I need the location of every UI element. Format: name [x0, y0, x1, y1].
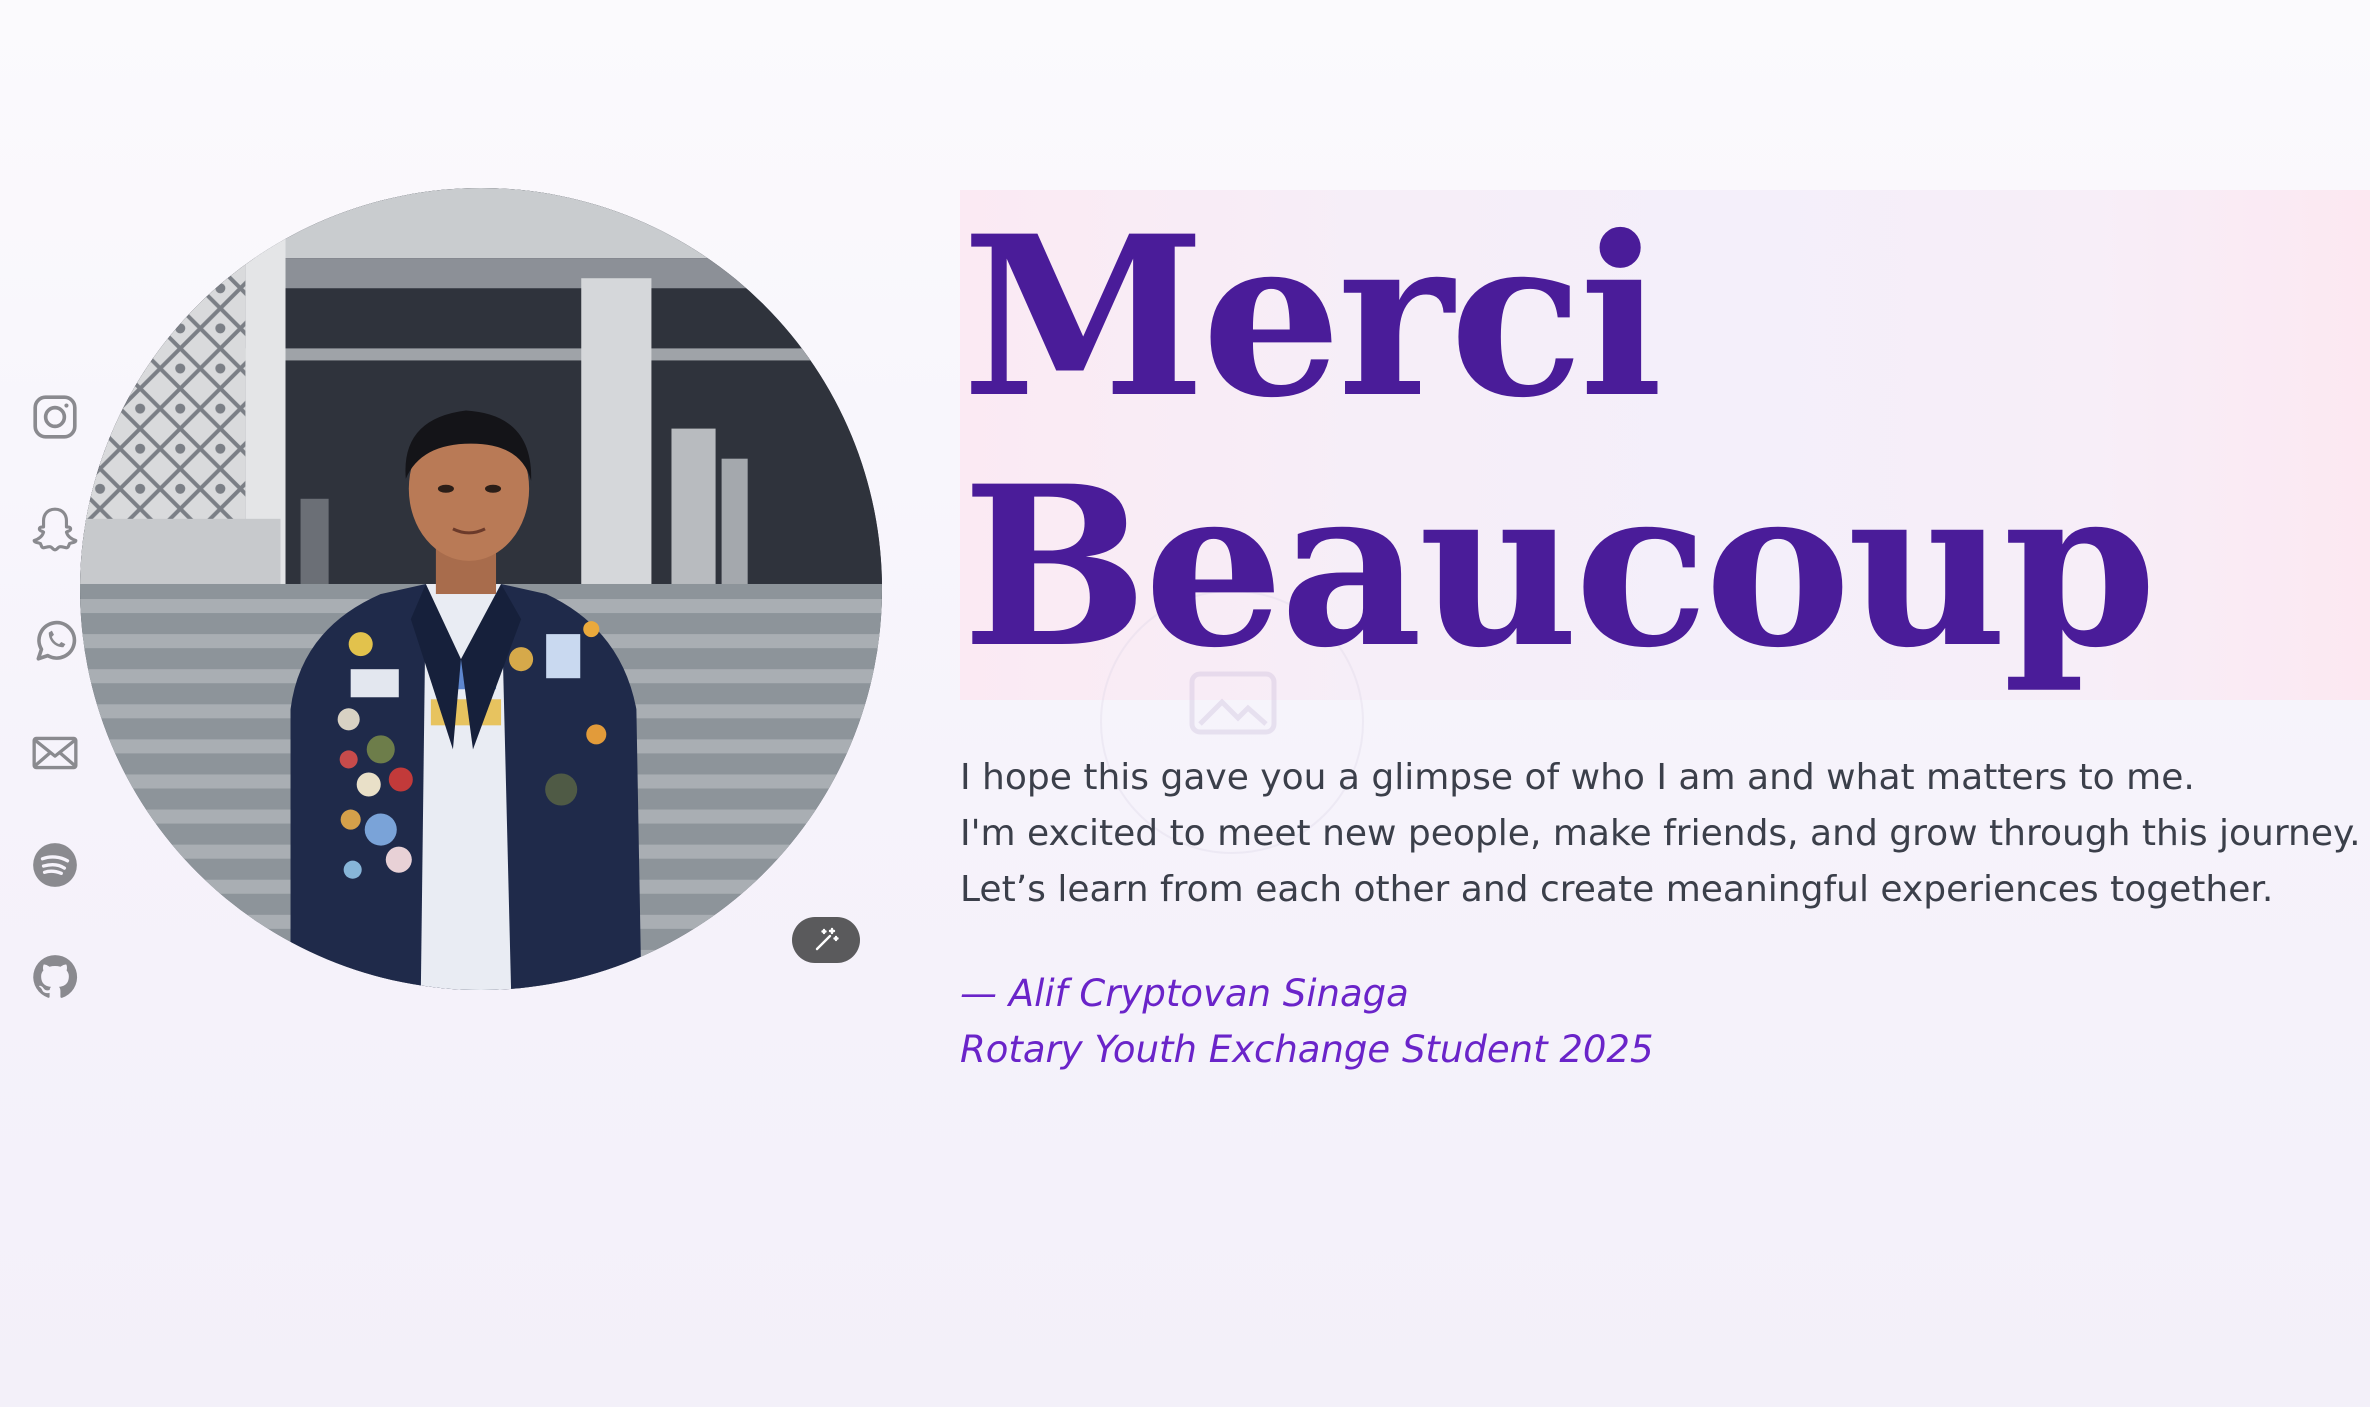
spotify-link[interactable]: [28, 838, 82, 892]
snapchat-link[interactable]: [28, 502, 82, 556]
github-icon: [33, 955, 78, 998]
title-line-2: Beaucoup: [962, 437, 2157, 696]
whatsapp-icon: [36, 620, 77, 661]
whatsapp-link[interactable]: [28, 614, 82, 668]
snapchat-icon: [32, 507, 78, 552]
instagram-icon: [33, 395, 77, 439]
page-title: Merci Beaucoup: [962, 187, 2157, 696]
github-link[interactable]: [28, 950, 82, 1004]
message-line-3: Let’s learn from each other and create m…: [960, 869, 2274, 910]
signature-role: Rotary Youth Exchange Student 2025: [960, 1028, 1654, 1071]
instagram-link[interactable]: [28, 390, 82, 444]
spotify-icon: [33, 843, 77, 887]
message-line-2: I'm excited to meet new people, make fri…: [960, 813, 2361, 854]
closing-message: I hope this gave you a glimpse of who I …: [960, 750, 2361, 918]
magic-wand-icon: [815, 927, 839, 951]
email-link[interactable]: [28, 726, 82, 780]
message-line-1: I hope this gave you a glimpse of who I …: [960, 757, 2195, 798]
signature-name: — Alif Cryptovan Sinaga: [960, 972, 1409, 1015]
profile-photo: [80, 188, 882, 990]
magic-edit-button[interactable]: [792, 917, 860, 963]
mail-icon: [32, 736, 78, 770]
title-line-1: Merci: [962, 187, 1663, 446]
social-links: [28, 390, 82, 1062]
signature: — Alif Cryptovan Sinaga Rotary Youth Exc…: [960, 966, 1654, 1078]
